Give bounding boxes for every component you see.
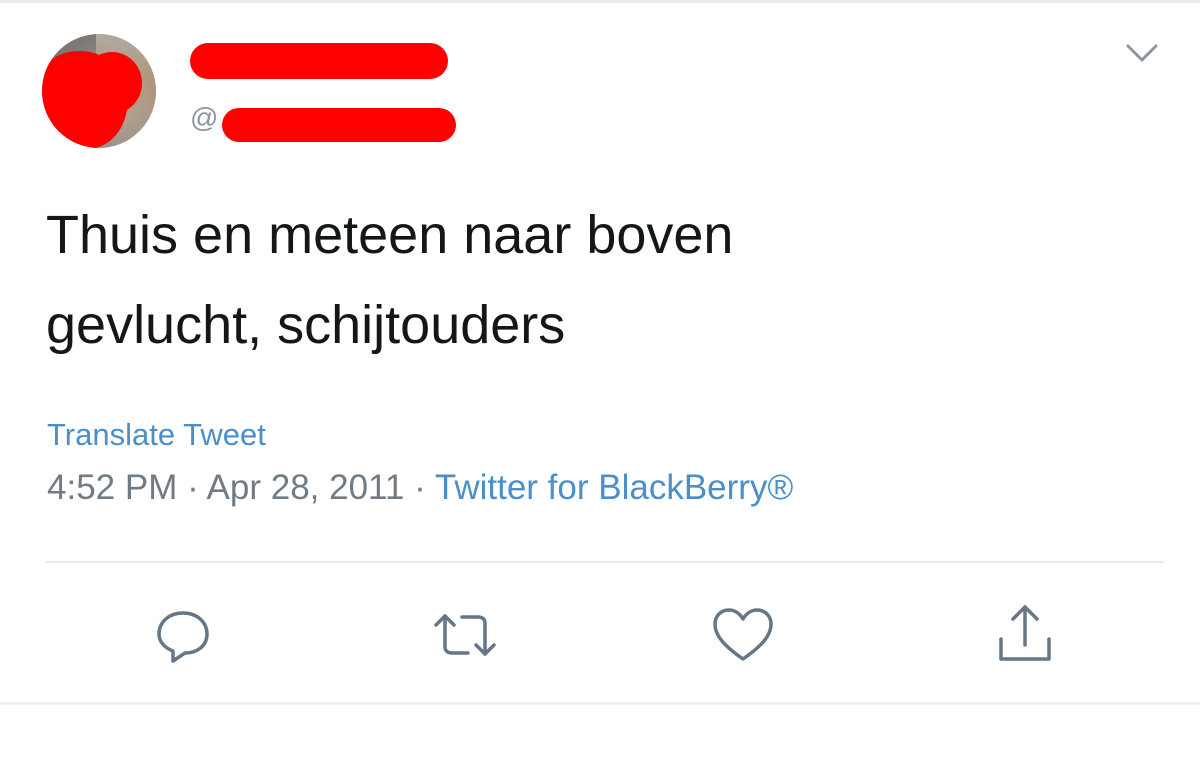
tweet-metadata: 4:52 PM · Apr 28, 2011 · Twitter for Bla…	[47, 468, 793, 508]
meta-separator: ·	[177, 468, 207, 507]
tweet-text-line-1: Thuis en meteen naar boven	[46, 205, 734, 265]
handle-at-symbol: @	[190, 102, 219, 133]
actions-divider	[46, 561, 1164, 563]
avatar-redaction-overlay	[82, 52, 142, 114]
bottom-divider	[0, 702, 1200, 705]
meta-separator-2: ·	[404, 468, 435, 507]
retweet-button[interactable]	[430, 600, 500, 670]
share-button[interactable]	[990, 600, 1060, 670]
tweet-time[interactable]: 4:52 PM	[47, 468, 177, 507]
tweet-source-link[interactable]: Twitter for BlackBerry®	[435, 468, 793, 507]
like-icon	[713, 608, 773, 661]
tweet-date[interactable]: Apr 28, 2011	[207, 468, 405, 507]
tweet-text-line-2: gevlucht, schijtouders	[46, 295, 566, 355]
like-button[interactable]	[708, 600, 778, 670]
retweet-icon	[434, 614, 496, 656]
tweet-text: Thuis en meteen naar boven gevlucht, sch…	[46, 190, 1146, 370]
share-icon	[999, 605, 1051, 661]
handle-redaction	[222, 108, 456, 142]
tweet-actions-bar	[0, 600, 1200, 670]
avatar[interactable]	[42, 34, 156, 148]
top-divider	[0, 0, 1200, 3]
chevron-down-icon[interactable]	[1124, 40, 1160, 66]
reply-icon	[157, 611, 209, 663]
reply-button[interactable]	[148, 600, 218, 670]
tweet-detail-view: @ Thuis en meteen naar boven gevlucht, s…	[0, 0, 1200, 769]
display-name-redaction	[190, 43, 448, 79]
translate-tweet-link[interactable]: Translate Tweet	[47, 417, 266, 453]
